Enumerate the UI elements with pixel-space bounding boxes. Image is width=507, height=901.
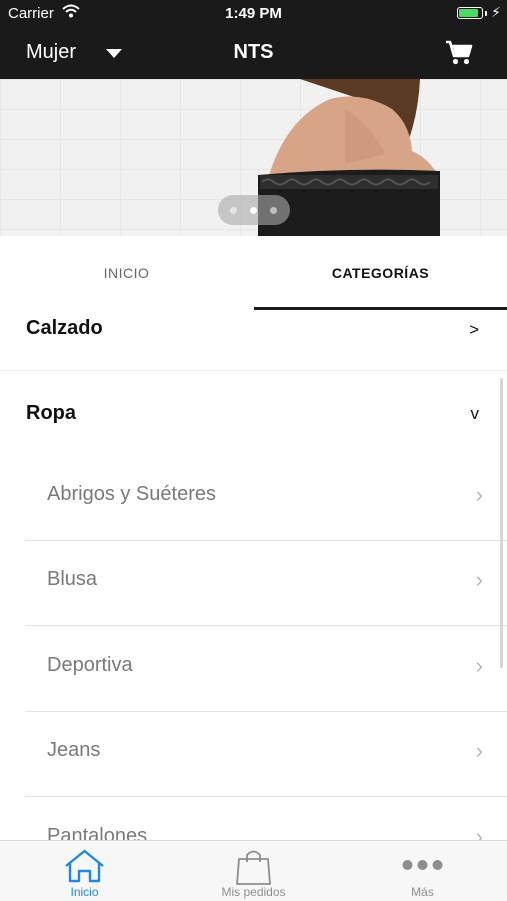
more-dots-icon (338, 847, 507, 881)
chevron-right-icon: › (475, 738, 483, 763)
carousel-pager[interactable] (218, 195, 290, 225)
promo-banner[interactable] (0, 79, 507, 236)
scrollbar[interactable] (500, 378, 503, 668)
chevron-right-icon: › (475, 567, 483, 592)
category-row-calzado[interactable]: Calzado > (0, 310, 507, 370)
segment-tabs: INICIO CATEGORÍAS (0, 236, 507, 310)
divider (25, 625, 507, 626)
tab-categorias[interactable]: CATEGORÍAS (254, 236, 507, 310)
category-name: Calzado (26, 317, 103, 339)
chevron-right-icon: › (475, 653, 483, 678)
subcategory-item[interactable]: Abrigos y Suéteres › (25, 456, 507, 541)
category-name: Ropa (26, 402, 76, 424)
chevron-right-icon: > (469, 320, 479, 339)
pager-dot[interactable] (270, 207, 277, 214)
bottom-tab-inicio[interactable]: Inicio (0, 841, 169, 901)
subcategory-item[interactable]: Deportiva › (25, 627, 507, 712)
subcategory-label: Blusa (47, 568, 98, 590)
subcategory-label: Deportiva (47, 654, 133, 676)
tab-inicio[interactable]: INICIO (0, 236, 253, 310)
category-row-ropa[interactable]: Ropa v (0, 371, 507, 455)
subcategory-label: Jeans (47, 739, 101, 761)
status-bar: Carrier 1:49 PM ⚡︎ (0, 0, 507, 27)
shopping-bag-icon (169, 847, 338, 885)
bottom-tab-mis-pedidos[interactable]: Mis pedidos (169, 841, 338, 901)
clock: 1:49 PM (225, 5, 282, 22)
bottom-tab-label: Inicio (70, 885, 99, 899)
bottom-tab-label: Más (411, 885, 434, 899)
shopping-cart-icon[interactable] (445, 40, 473, 71)
subcategory-item[interactable]: Blusa › (25, 541, 507, 626)
subcategory-label: Abrigos y Suéteres (47, 483, 216, 505)
bottom-tab-mas[interactable]: Más (338, 841, 507, 901)
pager-dot[interactable] (230, 207, 237, 214)
bottom-tab-bar: Inicio Mis pedidos Más (0, 840, 507, 901)
chevron-down-icon: v (470, 404, 480, 423)
subcategory-item[interactable]: Jeans › (25, 712, 507, 797)
divider (25, 796, 507, 797)
app-title: NTS (233, 41, 274, 63)
pager-dot-active[interactable] (250, 207, 257, 214)
charging-bolt-icon: ⚡︎ (491, 4, 501, 20)
nav-bar: Mujer NTS (0, 27, 507, 79)
battery-tip (485, 11, 487, 16)
chevron-right-icon: › (475, 482, 483, 507)
battery-icon (457, 7, 483, 19)
home-icon (0, 847, 169, 883)
bottom-tab-label: Mis pedidos (221, 885, 286, 899)
